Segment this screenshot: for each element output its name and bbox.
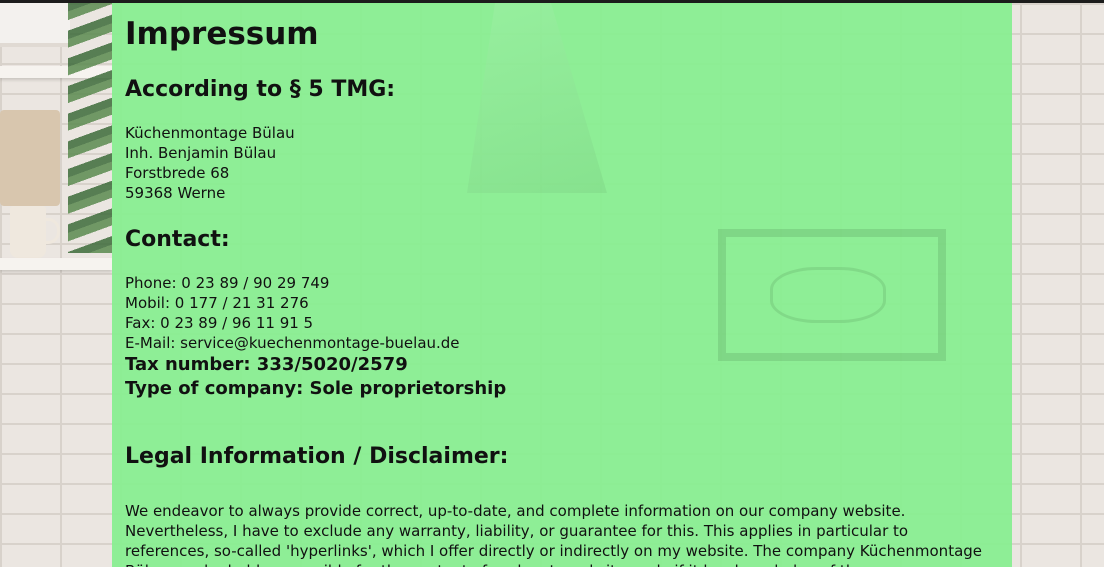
tmg-heading: According to § 5 TMG: — [125, 77, 396, 102]
impressum-panel: Impressum According to § 5 TMG: Küchenmo… — [112, 3, 1012, 567]
background-jar — [0, 110, 60, 206]
background-shelf — [0, 258, 112, 270]
contact-heading: Contact: — [125, 227, 230, 252]
owner-name: Inh. Benjamin Bülau — [125, 144, 277, 162]
legal-heading: Legal Information / Disclaimer: — [125, 444, 509, 469]
background-range-hood — [467, 3, 607, 193]
background-cup — [10, 206, 60, 258]
phone-number: Phone: 0 23 89 / 90 29 749 — [125, 274, 330, 292]
top-bar — [0, 0, 1104, 3]
address-block: Küchenmontage Bülau Inh. Benjamin Bülau … — [125, 123, 295, 203]
contact-block: Phone: 0 23 89 / 90 29 749 Mobil: 0 177 … — [125, 273, 460, 353]
company-name: Küchenmontage Bülau — [125, 124, 295, 142]
background-window — [0, 3, 70, 47]
fax-number: Fax: 0 23 89 / 96 11 91 5 — [125, 314, 314, 332]
mobile-number: Mobil: 0 177 / 21 31 276 — [125, 294, 309, 312]
disclaimer-paragraph: We endeavor to always provide correct, u… — [125, 502, 983, 567]
page-title: Impressum — [125, 16, 319, 52]
email-address[interactable]: E-Mail: service@kuechenmontage-buelau.de — [125, 333, 460, 353]
company-details: Tax number: 333/5020/2579 Type of compan… — [125, 353, 506, 401]
company-type: Type of company: Sole proprietorship — [125, 378, 507, 399]
background-picture-frame — [718, 229, 946, 361]
background-plant — [68, 3, 112, 253]
tax-number: Tax number: 333/5020/2579 — [125, 354, 408, 375]
street-address: Forstbrede 68 — [125, 164, 230, 182]
postal-city: 59368 Werne — [125, 184, 226, 202]
